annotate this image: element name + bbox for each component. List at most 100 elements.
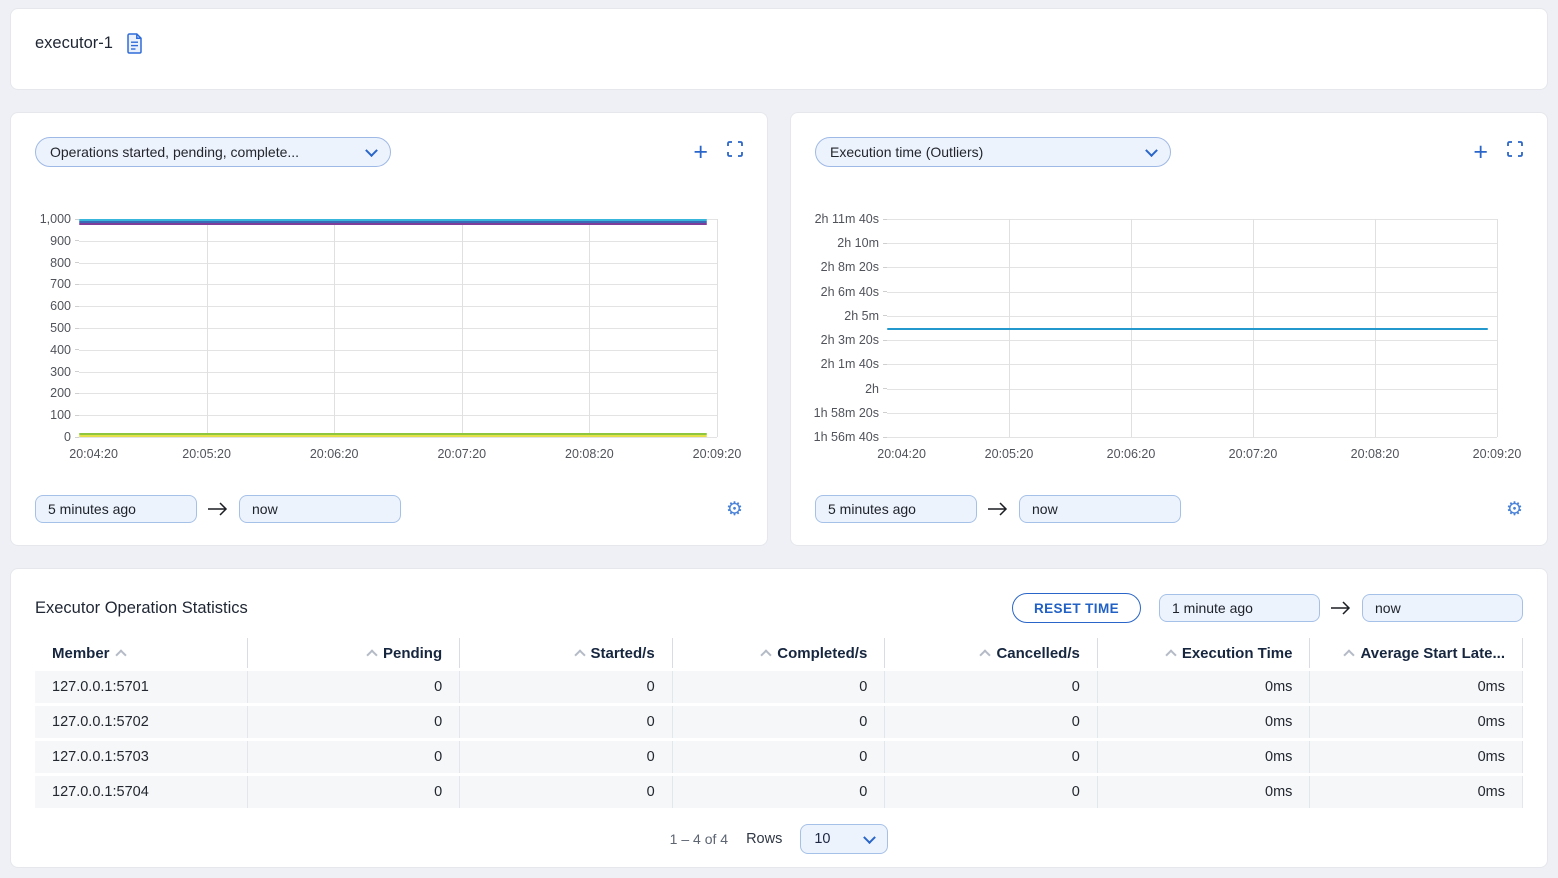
stats-time-to-input[interactable] <box>1362 594 1523 622</box>
y-tick-label: 2h 5m <box>844 309 887 323</box>
add-chart-button[interactable] <box>693 143 708 161</box>
gridline <box>887 389 1497 390</box>
x-axis: 20:04:2020:05:2020:06:2020:07:2020:08:20… <box>887 437 1497 467</box>
chart-panel-operations: Operations started, pending, complete...… <box>10 112 768 546</box>
value-cell: 0 <box>248 776 461 808</box>
value-cell: 0ms <box>1098 671 1311 703</box>
arrow-right-icon <box>1330 601 1352 615</box>
gridline <box>334 219 335 437</box>
y-tick-label: 500 <box>50 321 79 335</box>
value-cell: 0ms <box>1098 776 1311 808</box>
add-chart-button[interactable] <box>1473 143 1488 161</box>
gridline <box>79 415 717 416</box>
value-cell: 0 <box>673 776 886 808</box>
document-icon[interactable] <box>125 33 144 54</box>
value-cell: 0ms <box>1098 741 1311 773</box>
rows-per-page-select[interactable]: 10 <box>800 824 888 854</box>
x-tick-label: 20:07:20 <box>1229 447 1278 461</box>
column-header-label: Cancelled/s <box>996 645 1079 662</box>
column-header[interactable]: Started/s <box>460 638 673 668</box>
x-tick-label: 20:09:20 <box>693 447 742 461</box>
gridline <box>462 219 463 437</box>
gridline <box>887 340 1497 341</box>
x-tick-label: 20:08:20 <box>565 447 614 461</box>
value-cell: 0ms <box>1310 741 1523 773</box>
dashboard-page: { "colors": { "accent_blue": "#2a66c9", … <box>0 0 1558 878</box>
x-tick-label: 20:07:20 <box>437 447 486 461</box>
stats-table: Member Pending Started/s Completed/s Cancell… <box>35 638 1523 811</box>
reset-time-button[interactable]: RESET TIME <box>1012 593 1141 623</box>
gridline <box>79 284 717 285</box>
y-tick-label: 600 <box>50 299 79 313</box>
y-tick-label: 400 <box>50 343 79 357</box>
column-header[interactable]: Cancelled/s <box>885 638 1098 668</box>
column-header-label: Average Start Late... <box>1360 645 1505 662</box>
series-line-series-3 <box>79 223 707 225</box>
x-tick-label: 20:06:20 <box>310 447 359 461</box>
time-from-input[interactable] <box>35 495 197 523</box>
gridline <box>1497 219 1498 437</box>
expand-chart-button[interactable] <box>1507 141 1523 162</box>
value-cell: 0 <box>673 671 886 703</box>
x-tick-label: 20:06:20 <box>1107 447 1156 461</box>
column-header[interactable]: Average Start Late... <box>1310 638 1523 668</box>
y-tick-label: 200 <box>50 386 79 400</box>
sort-caret-icon <box>574 649 585 660</box>
x-tick-label: 20:05:20 <box>182 447 231 461</box>
sort-caret-icon <box>115 649 126 660</box>
expand-icon <box>727 141 743 157</box>
y-axis: 1,0009008007006005004003002001000 <box>35 219 79 437</box>
x-tick-label: 20:09:20 <box>1473 447 1522 461</box>
value-cell: 0 <box>885 706 1098 738</box>
value-cell: 0 <box>673 706 886 738</box>
column-header[interactable]: Execution Time <box>1098 638 1311 668</box>
table-row: 127.0.0.1:570400000ms0ms <box>35 776 1523 808</box>
metric-selector-dropdown[interactable]: Operations started, pending, complete... <box>35 137 391 167</box>
gridline <box>79 306 717 307</box>
chart-area: 1,0009008007006005004003002001000 20:04:… <box>35 219 743 467</box>
x-tick-label: 20:05:20 <box>985 447 1034 461</box>
time-to-input[interactable] <box>239 495 401 523</box>
value-cell: 0 <box>673 741 886 773</box>
y-tick-label: 2h 3m 20s <box>821 333 887 347</box>
sort-caret-icon <box>761 649 772 660</box>
time-to-input[interactable] <box>1019 495 1181 523</box>
gridline <box>79 393 717 394</box>
expand-chart-button[interactable] <box>727 141 743 162</box>
value-cell: 0 <box>248 706 461 738</box>
pagination-range: 1 – 4 of 4 <box>670 831 728 847</box>
column-header-label: Started/s <box>591 645 655 662</box>
stats-panel: Executor Operation Statistics RESET TIME… <box>10 568 1548 868</box>
value-cell: 0 <box>460 741 673 773</box>
plot-area <box>79 219 717 437</box>
column-header[interactable]: Pending <box>248 638 461 668</box>
metric-selector-dropdown[interactable]: Execution time (Outliers) <box>815 137 1171 167</box>
gear-icon[interactable] <box>726 500 743 519</box>
y-axis: 2h 11m 40s2h 10m2h 8m 20s2h 6m 40s2h 5m2… <box>815 219 887 437</box>
column-header-label: Pending <box>383 645 442 662</box>
metric-selector-label: Execution time (Outliers) <box>830 144 983 160</box>
y-tick-label: 1,000 <box>40 212 79 226</box>
table-row: 127.0.0.1:570100000ms0ms <box>35 671 1523 703</box>
gridline <box>887 243 1497 244</box>
sort-caret-icon <box>366 649 377 660</box>
chart-panel-execution-time: Execution time (Outliers) 2h 11m 40s2h 1… <box>790 112 1548 546</box>
column-header[interactable]: Completed/s <box>673 638 886 668</box>
time-from-input[interactable] <box>815 495 977 523</box>
gridline <box>887 219 1497 220</box>
value-cell: 0ms <box>1310 776 1523 808</box>
value-cell: 0 <box>248 741 461 773</box>
gridline <box>887 364 1497 365</box>
sort-caret-icon <box>980 649 991 660</box>
x-tick-label: 20:08:20 <box>1351 447 1400 461</box>
y-tick-label: 2h 8m 20s <box>821 260 887 274</box>
column-header[interactable]: Member <box>35 638 248 668</box>
metric-selector-label: Operations started, pending, complete... <box>50 144 299 160</box>
y-tick-label: 2h 10m <box>837 236 887 250</box>
stats-time-from-input[interactable] <box>1159 594 1320 622</box>
value-cell: 0 <box>460 706 673 738</box>
y-tick-label: 0 <box>64 430 79 444</box>
series-line-series-4 <box>79 435 707 437</box>
member-cell: 127.0.0.1:5701 <box>35 671 248 703</box>
gear-icon[interactable] <box>1506 500 1523 519</box>
